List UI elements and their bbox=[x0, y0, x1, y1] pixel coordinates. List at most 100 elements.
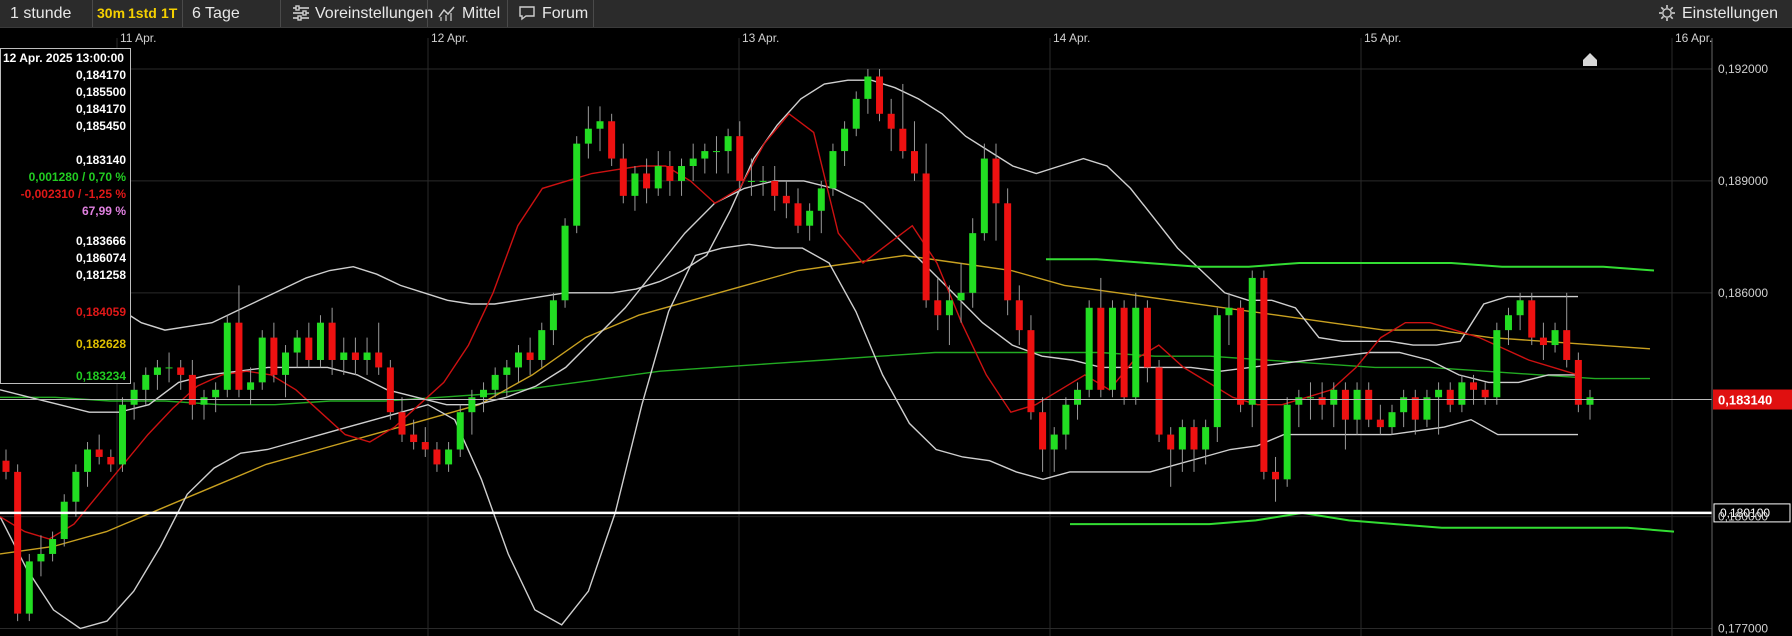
presets-button[interactable]: Voreinstellungen bbox=[288, 0, 433, 27]
x-tick-label: 12 Apr. bbox=[431, 31, 468, 45]
candle-body bbox=[608, 121, 616, 159]
candle-body bbox=[445, 449, 453, 465]
candle-body bbox=[410, 434, 418, 443]
price-chart[interactable]: 11 Apr. 12 Apr. 13 Apr. 14 Apr. 15 Apr. 16 Ap… bbox=[0, 28, 1792, 636]
toolbar-divider bbox=[593, 0, 594, 27]
candle-body bbox=[678, 166, 686, 181]
candle-body bbox=[794, 203, 802, 226]
bollinger-lower bbox=[0, 243, 1578, 630]
candle-body bbox=[864, 76, 872, 99]
candle-body bbox=[340, 352, 348, 360]
candle-body bbox=[619, 158, 627, 196]
ohlc-info-box: 12 Apr. 2025 13:00:00 0,184170 0,185500 … bbox=[0, 48, 131, 384]
candle-body bbox=[235, 322, 243, 390]
candle-body bbox=[1272, 471, 1280, 480]
info-low: 0,184170 bbox=[75, 102, 126, 116]
candle-body bbox=[747, 180, 755, 182]
candle-body bbox=[153, 367, 161, 375]
channel-upper bbox=[1046, 258, 1655, 272]
candle-body bbox=[759, 180, 767, 182]
candle-body bbox=[456, 412, 464, 450]
forum-label: Forum bbox=[542, 5, 589, 22]
candle-body bbox=[1586, 397, 1594, 405]
candle-body bbox=[829, 151, 837, 189]
candle-body bbox=[270, 337, 278, 375]
candle-body bbox=[282, 352, 290, 375]
candle-body bbox=[1062, 404, 1070, 435]
candle-body bbox=[433, 449, 441, 465]
settings-label: Einstellungen bbox=[1682, 5, 1779, 22]
timeframe-1t-button[interactable]: 1T bbox=[161, 0, 177, 27]
candle-body bbox=[526, 352, 534, 360]
candle-body bbox=[1074, 389, 1082, 405]
info-ma-yellow: 0,182628 bbox=[75, 337, 126, 351]
candle-body bbox=[596, 121, 604, 129]
candle-body bbox=[1574, 359, 1582, 405]
indicator-button[interactable]: Mittel bbox=[436, 0, 502, 27]
candle-body bbox=[491, 374, 499, 390]
candle-body bbox=[1318, 397, 1326, 405]
y-axis: 0,192000 0,189000 0,186000 0,180000 0,177000 bbox=[1711, 38, 1768, 636]
candle-body bbox=[1353, 389, 1361, 420]
candle-body bbox=[1039, 412, 1047, 450]
candle-body bbox=[654, 166, 662, 189]
candle-body bbox=[1551, 330, 1559, 346]
info-date: 12 Apr. 2025 13:00:00 bbox=[3, 51, 124, 65]
timeframe-30m-button[interactable]: 30m bbox=[97, 0, 125, 27]
candle-body bbox=[1481, 389, 1489, 398]
candle-body bbox=[992, 158, 1000, 204]
info-bollinger-mid: 0,183666 bbox=[75, 234, 126, 248]
candle-body bbox=[1155, 367, 1163, 435]
candle-body bbox=[223, 322, 231, 390]
candle-body bbox=[200, 397, 208, 405]
info-percent: 67,99 % bbox=[81, 204, 126, 218]
candlesticks bbox=[2, 69, 1594, 622]
range-selector[interactable]: 6 Tage bbox=[192, 0, 240, 27]
candle-body bbox=[957, 292, 965, 301]
candle-body bbox=[1225, 307, 1233, 316]
candle-body bbox=[421, 442, 429, 450]
chart-toolbar: 1 stunde 30m 1std 1T 6 Tage Voreinstellu… bbox=[0, 0, 1792, 28]
settings-button[interactable]: Einstellungen bbox=[1656, 0, 1788, 27]
timeframe-1std-button[interactable]: 1std bbox=[128, 0, 157, 27]
home-marker-icon[interactable] bbox=[1583, 53, 1597, 66]
candle-body bbox=[212, 389, 220, 398]
candle-body bbox=[305, 337, 313, 360]
gear-icon bbox=[1659, 5, 1675, 21]
candle-body bbox=[84, 449, 92, 472]
candle-body bbox=[1539, 337, 1547, 346]
candle-body bbox=[945, 300, 953, 316]
y-tick-label: 0,186000 bbox=[1718, 286, 1768, 300]
candle-body bbox=[934, 300, 942, 316]
indicator-label: Mittel bbox=[462, 5, 501, 22]
interval-selector[interactable]: 1 stunde bbox=[10, 0, 71, 27]
info-open: 0,184170 bbox=[75, 68, 126, 82]
candle-body bbox=[1190, 427, 1198, 450]
candle-body bbox=[1516, 300, 1524, 316]
candle-body bbox=[480, 389, 488, 398]
candle-body bbox=[142, 374, 150, 390]
candle-body bbox=[922, 173, 930, 301]
candle-body bbox=[1213, 315, 1221, 428]
info-change-positive: 0,001280 / 0,70 % bbox=[28, 170, 126, 184]
candle-body bbox=[1050, 434, 1058, 450]
candle-body bbox=[1388, 412, 1396, 428]
speech-bubble-icon bbox=[519, 6, 535, 21]
toolbar-divider bbox=[92, 0, 93, 27]
indicator-lines bbox=[0, 79, 1675, 630]
presets-label: Voreinstellungen bbox=[315, 5, 434, 22]
candle-body bbox=[980, 158, 988, 234]
toolbar-divider bbox=[280, 0, 281, 27]
forum-button[interactable]: Forum bbox=[516, 0, 588, 27]
sliders-icon bbox=[293, 5, 309, 21]
candle-body bbox=[247, 382, 255, 390]
x-axis: 11 Apr. 12 Apr. 13 Apr. 14 Apr. 15 Apr. 16 Ap… bbox=[120, 31, 1712, 45]
candle-body bbox=[771, 180, 779, 196]
candle-body bbox=[351, 352, 359, 360]
price-levels: 0,1801000,183140 bbox=[0, 389, 1792, 523]
candle-body bbox=[49, 539, 57, 554]
candle-body bbox=[1458, 382, 1466, 405]
x-tick-label: 16 Apr. bbox=[1675, 31, 1712, 45]
candle-body bbox=[724, 136, 732, 152]
candle-body bbox=[1260, 277, 1268, 472]
